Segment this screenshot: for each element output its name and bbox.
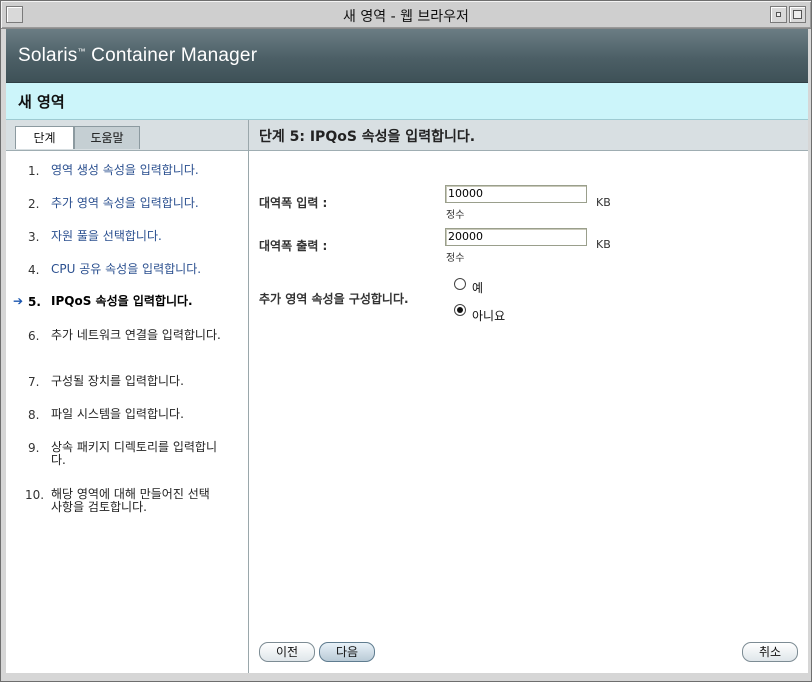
bandwidth-in-label: 대역폭 입력 : (259, 196, 328, 210)
step-label: CPU 공유 속성을 입력합니다. (51, 262, 202, 276)
step-number: 3. (28, 230, 40, 244)
step-number: 2. (28, 197, 40, 211)
page-title-band: 새 영역 (6, 83, 808, 120)
tab-help[interactable]: 도움말 (74, 126, 140, 149)
bandwidth-out-hint: 정수 (446, 253, 465, 264)
step-number: 7. (28, 375, 40, 389)
bandwidth-out-label: 대역폭 출력 : (259, 239, 328, 253)
bandwidth-out-unit: KB (596, 238, 611, 251)
step-label: 자원 풀을 선택합니다. (51, 229, 162, 243)
radio-no-label: 아니요 (472, 309, 506, 323)
tab-steps[interactable]: 단계 (15, 126, 74, 149)
step-label: 추가 영역 속성을 입력합니다. (51, 196, 199, 210)
step-number: 9. (28, 441, 40, 455)
trademark-mark: ™ (77, 47, 86, 56)
bandwidth-in-hint: 정수 (446, 210, 465, 221)
maximize-button[interactable] (789, 6, 806, 23)
step-label: 해당 영역에 대해 만들어진 선택 사항을 검토합니다. (51, 487, 210, 514)
bandwidth-in-input[interactable] (445, 185, 587, 203)
window-titlebar: 새 영역 - 웹 브라우저 (1, 1, 811, 29)
browser-window: 새 영역 - 웹 브라우저 Solaris™ Container Manager… (0, 0, 812, 682)
minimize-button[interactable] (770, 6, 787, 23)
maximize-icon (793, 10, 802, 19)
bandwidth-out-input[interactable] (445, 228, 587, 246)
step-number: 4. (28, 263, 40, 277)
cancel-button[interactable]: 취소 (742, 642, 798, 662)
bandwidth-in-unit: KB (596, 196, 611, 209)
brand-product: Container Manager (85, 45, 258, 66)
step-header: 단계 5: IPQoS 속성을 입력합니다. (249, 120, 808, 151)
step-label: 영역 생성 속성을 입력합니다. (51, 163, 199, 177)
next-button[interactable]: 다음 (319, 642, 375, 662)
window-title: 새 영역 - 웹 브라우저 (343, 9, 469, 25)
page-title: 새 영역 (18, 93, 65, 111)
radio-yes-label: 예 (472, 281, 484, 295)
step-number: 6. (28, 329, 40, 343)
step-number: 8. (28, 408, 40, 422)
masthead: Solaris™ Container Manager (6, 29, 808, 83)
step-label: 파일 시스템을 입력합니다. (51, 407, 184, 421)
step-title: 단계 5: IPQoS 속성을 입력합니다. (259, 129, 476, 145)
minimize-icon (776, 12, 781, 17)
previous-button[interactable]: 이전 (259, 642, 315, 662)
radio-no-control[interactable] (454, 304, 466, 316)
additional-attributes-label: 추가 영역 속성을 구성합니다. (259, 292, 409, 306)
wizard-tabs: 단계 도움말 (6, 120, 248, 151)
product-brand: Solaris™ Container Manager (18, 45, 257, 67)
step-label: 상속 패키지 디렉토리를 입력합니다. (51, 440, 218, 467)
step-number: 1. (28, 164, 40, 178)
step-label: 구성될 장치를 입력합니다. (51, 374, 184, 388)
step-content-panel: 단계 5: IPQoS 속성을 입력합니다. 대역폭 입력 : 정수 KB 대역… (249, 120, 808, 673)
wizard-steps-panel: 단계 도움말 1. 영역 생성 속성을 입력합니다. 2. 추가 영역 속성을 … (6, 120, 249, 673)
brand-name: Solaris (18, 45, 78, 66)
step-number: 5. (28, 295, 41, 309)
step-label: 추가 네트워크 연결을 입력합니다. (51, 328, 221, 342)
current-step-arrow-icon: ➔ (13, 294, 24, 308)
step-number: 10. (25, 488, 45, 502)
step-label: IPQoS 속성을 입력합니다. (51, 294, 193, 308)
radio-yes-control[interactable] (454, 278, 466, 290)
